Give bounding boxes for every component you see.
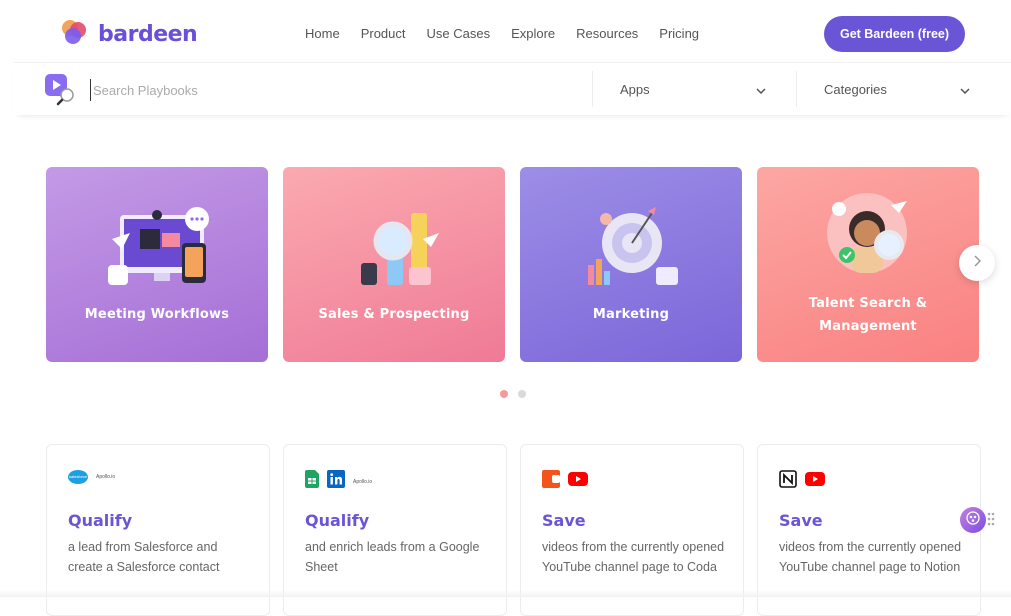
nav-use-cases[interactable]: Use Cases	[427, 26, 491, 41]
chevron-down-icon	[756, 82, 766, 97]
category-label: Sales & Prospecting	[318, 307, 470, 322]
playbook-title: Qualify	[305, 511, 370, 530]
app-icons: Apollo.io	[305, 470, 372, 493]
apollo-logo-text: Apollo.io	[353, 478, 373, 485]
nav-pricing[interactable]: Pricing	[659, 26, 699, 41]
salesforce-icon-text: salesforce	[69, 474, 88, 479]
page-bottom-edge	[0, 590, 1011, 597]
playbook-description: a lead from Salesforce and create a Sale…	[68, 540, 220, 574]
coda-icon	[542, 470, 560, 493]
category-label: Meeting Workflows	[84, 307, 230, 322]
category-card-meeting-workflows[interactable]: Meeting Workflows	[46, 167, 268, 362]
apps-dropdown[interactable]: Apps	[620, 63, 766, 115]
chevron-down-icon	[960, 82, 970, 97]
youtube-icon	[568, 472, 588, 491]
brand-logo[interactable]: bardeen	[60, 18, 198, 51]
talent-illustration	[827, 193, 907, 273]
assistant-launcher-button[interactable]	[960, 507, 986, 533]
category-label: Marketing	[592, 307, 670, 322]
notion-icon	[779, 470, 797, 493]
nav-resources[interactable]: Resources	[576, 26, 638, 41]
category-label: Talent Search & Management	[757, 292, 979, 338]
sales-illustration	[361, 213, 439, 285]
main-nav: Home Product Use Cases Explore Resources…	[305, 26, 699, 41]
playbook-title: Qualify	[68, 511, 133, 530]
app-icons	[779, 470, 825, 493]
chevron-right-icon	[973, 254, 982, 272]
brain-icon	[965, 510, 981, 531]
carousel-dot-1[interactable]	[500, 390, 508, 398]
playbook-title: Save	[779, 511, 823, 530]
playbook-description: videos from the currently opened YouTube…	[542, 540, 725, 574]
search-divider	[592, 71, 593, 107]
categories-dropdown-label: Categories	[824, 81, 887, 97]
bardeen-logo-icon	[60, 18, 88, 51]
google-sheets-icon	[305, 470, 319, 493]
brand-name: bardeen	[98, 22, 198, 47]
apollo-logo-text: Apollo.io	[96, 474, 116, 480]
drag-handle-icon[interactable]	[987, 512, 995, 531]
playbook-description: videos from the currently opened YouTube…	[779, 540, 962, 574]
carousel-next-button[interactable]	[959, 245, 995, 281]
nav-explore[interactable]: Explore	[511, 26, 555, 41]
category-label-line: Management	[819, 319, 917, 334]
apps-dropdown-label: Apps	[620, 81, 650, 97]
search-divider	[796, 71, 797, 107]
app-icons	[542, 470, 588, 493]
category-card-marketing[interactable]: Marketing	[520, 167, 742, 362]
category-card-talent-search[interactable]: Talent Search & Management	[757, 167, 979, 362]
meeting-illustration	[108, 207, 209, 285]
playbook-search-icon	[44, 73, 78, 112]
playbook-description: and enrich leads from a Google Sheet	[305, 540, 480, 574]
nav-product[interactable]: Product	[361, 26, 406, 41]
playbook-search-bar: Apps Categories	[14, 62, 1011, 115]
linkedin-icon	[327, 470, 345, 493]
search-input[interactable]	[90, 79, 535, 101]
nav-home[interactable]: Home	[305, 26, 340, 41]
carousel-dot-2[interactable]	[518, 390, 526, 398]
get-bardeen-button[interactable]: Get Bardeen (free)	[824, 16, 965, 52]
marketing-illustration	[588, 207, 678, 285]
youtube-icon	[805, 472, 825, 491]
category-card-sales-prospecting[interactable]: Sales & Prospecting	[283, 167, 505, 362]
playbook-title: Save	[542, 511, 586, 530]
categories-dropdown[interactable]: Categories	[824, 63, 970, 115]
app-icons: salesforce Apollo.io	[68, 470, 115, 484]
salesforce-icon: salesforce	[68, 470, 88, 484]
category-label-line: Talent Search &	[808, 296, 928, 311]
top-header: bardeen Home Product Use Cases Explore R…	[0, 0, 1011, 62]
